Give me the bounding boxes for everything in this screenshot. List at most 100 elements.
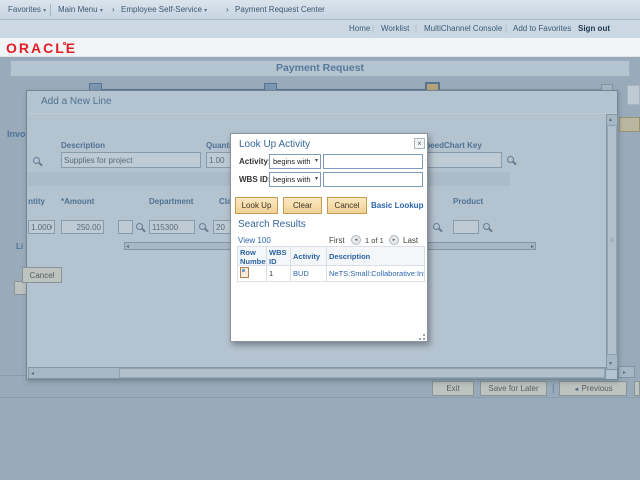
home-link[interactable]: Home [349,24,370,33]
lookup-icon[interactable] [483,223,490,230]
close-icon[interactable]: × [414,138,425,149]
wbs-id-operator-select[interactable]: begins with ▾ [269,172,321,187]
chevron-down-icon: ▾ [204,8,208,14]
scroll-left-icon[interactable]: ◂ [126,243,129,251]
modal-hscrollbar[interactable]: ◂ [28,367,606,379]
lookup-icon[interactable] [507,156,514,163]
pagination-first[interactable]: First [329,236,345,245]
grid-header-department: Department [149,197,194,206]
divider [50,4,51,16]
sign-out-link[interactable]: Sign out [578,24,610,33]
breadcrumb-employee-self-service[interactable]: Employee Self-Service ▾ [121,5,207,14]
scroll-left-icon[interactable]: ◂ [31,370,34,378]
grid-department-field[interactable] [149,220,195,234]
col-header-activity: Activity [291,246,327,266]
scroll-right-icon[interactable]: ▸ [623,369,626,377]
wbs-id-label: WBS ID: [239,175,271,184]
grid-quantity-field[interactable] [28,220,55,234]
modal-title: Add a New Line [41,96,112,107]
clear-button[interactable]: Clear [283,197,322,214]
speedchart-key-field[interactable] [420,152,502,168]
previous-button[interactable]: ◄ Previous [559,381,627,396]
chevron-down-icon: ▾ [314,158,318,164]
look-up-button[interactable]: Look Up [235,197,278,214]
col-header-description: Description [327,246,425,266]
screen: Favorites ▾ Main Menu ▾ › Employee Self-… [0,0,640,480]
breadcrumb-sep: › [112,5,115,14]
scroll-down-icon[interactable]: ▾ [609,360,612,368]
description-link[interactable]: NeTS:Small:Collaborative:Infra [329,269,424,278]
chevron-down-icon: ▾ [314,176,318,182]
previous-arrow-icon: ◄ [573,387,580,393]
multichannel-console-link[interactable]: MultiChannel Console [424,24,502,33]
divider: | [505,24,508,33]
description-field[interactable] [61,152,201,168]
oracle-logo-mark [63,42,66,45]
wbs-id-input[interactable] [323,172,423,187]
activity-label: Activity: [239,157,271,166]
grid-header-quantity: Quantity [28,197,45,206]
row-number-cell [237,266,267,282]
lookup-activity-dialog: Look Up Activity × Activity: begins with… [230,133,428,342]
table-row: 1 BUD NeTS:Small:Collaborative:Infra [237,266,425,282]
breadcrumb-payment-request-center[interactable]: Payment Request Center [235,5,325,14]
modal-vscrollbar[interactable]: ▴ ≡ ▾ [606,114,618,370]
resize-grip[interactable] [416,332,425,340]
col-header-wbs-id: WBS ID [267,246,291,266]
activity-input[interactable] [323,154,423,169]
cancel-button[interactable]: Cancel [327,197,367,214]
table-header-row: Row Number WBS ID Activity Description [237,246,425,266]
activity-operator-select[interactable]: begins with ▾ [269,154,321,169]
chevron-down-icon: ▾ [43,8,47,14]
lookup-icon[interactable] [433,223,440,230]
divider [28,113,617,114]
grid-account-field[interactable] [118,220,133,234]
grid-product-field[interactable] [453,220,479,234]
divider: | [415,24,418,33]
save-for-later-button[interactable]: Save for Later [480,381,547,396]
scroll-up-icon[interactable]: ▴ [609,116,612,124]
scroll-right-icon[interactable]: ▸ [531,243,534,251]
background-hscrollbar-fragment[interactable]: ▸ [618,366,635,378]
favorites-menu[interactable]: Favorites ▾ [8,5,46,14]
cancel-button[interactable]: Cancel [22,267,62,283]
background-button-fragment[interactable] [619,117,640,132]
description-cell: NeTS:Small:Collaborative:Infra [327,266,425,282]
line-label-fragment: Li [16,242,24,251]
pagination-last[interactable]: Last [403,236,418,245]
lookup-icon[interactable] [199,223,206,230]
breadcrumb-sep: › [226,5,229,14]
col-header-row-number: Row Number [237,246,267,266]
view-100-link[interactable]: View 100 [238,236,271,245]
divider [0,397,640,398]
activity-link[interactable]: BUD [293,269,309,278]
lookup-icon[interactable] [136,223,143,230]
invoice-heading-fragment: Invo [7,129,26,139]
next-button-fragment[interactable] [634,381,640,396]
grid-header-product: Product [453,197,484,206]
results-table: Row Number WBS ID Activity Description 1… [237,246,425,282]
pagination-page: 1 of 1 [365,236,384,245]
main-menu[interactable]: Main Menu ▾ [58,5,103,14]
pagination-next-icon[interactable]: ▸ [389,235,399,245]
add-to-favorites-link[interactable]: Add to Favorites [513,24,571,33]
description-label: Description [61,141,106,150]
divider [0,375,26,376]
worklist-link[interactable]: Worklist [381,24,409,33]
basic-lookup-link[interactable]: Basic Lookup [371,201,423,210]
header-links-bar: Home | Worklist | MultiChannel Console |… [0,20,640,38]
dialog-title: Look Up Activity [239,139,311,150]
lookup-icon[interactable] [33,157,40,164]
activity-cell: BUD [291,266,327,282]
row-image-icon [240,267,249,278]
vscrollbar-thumb[interactable]: ≡ [607,125,617,355]
wbs-id-cell: 1 [267,266,291,282]
hscrollbar-thumb[interactable] [119,368,605,378]
grid-amount-field[interactable] [61,220,104,234]
background-fragment [627,85,640,105]
exit-button[interactable]: Exit [432,381,474,396]
chevron-down-icon: ▾ [99,8,103,14]
pagination-prev-icon[interactable]: ◂ [351,235,361,245]
brand-strip: ORACLE [0,38,640,57]
divider: | [372,24,375,33]
